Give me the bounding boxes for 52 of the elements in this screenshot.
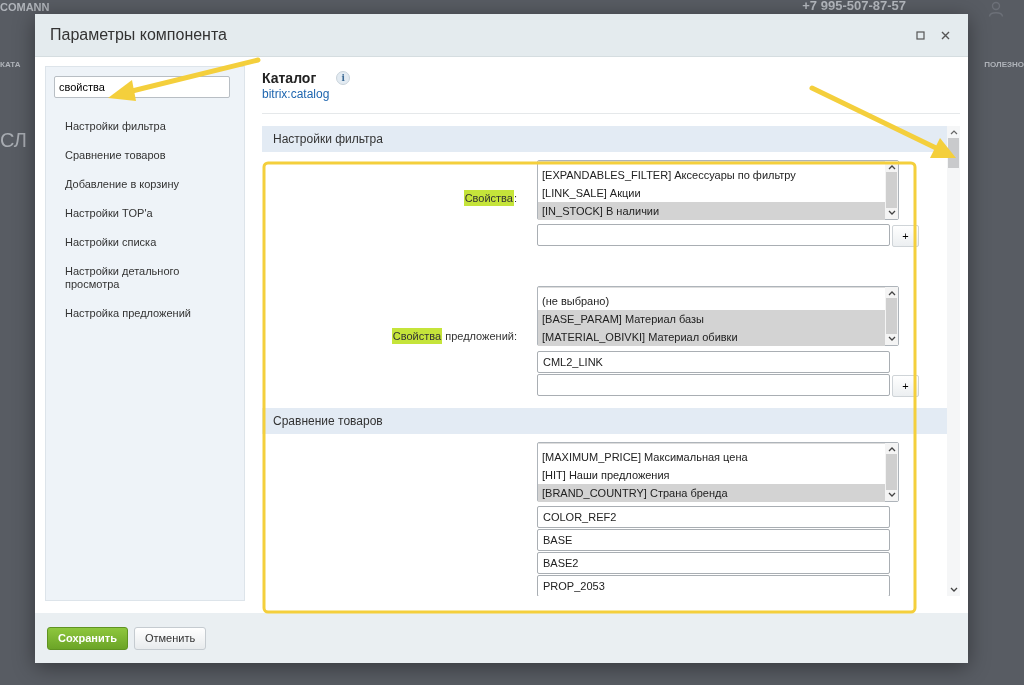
text-field[interactable]: BASE [537, 529, 890, 551]
scroll-down-icon[interactable] [887, 210, 896, 216]
list-scrollbar[interactable] [885, 443, 898, 501]
multi-select-list[interactable]: [EXPANDABLES_FILTER] Аксессуары по фильтру [LINK_SALE] Акции [IN_STOCK] В наличии [537, 160, 899, 220]
cancel-button[interactable]: Отменить [133, 626, 207, 650]
text-field[interactable]: COLOR_REF2 [537, 506, 890, 528]
multi-select-list[interactable]: [MAXIMUM_PRICE] Максимальная цена [HIT] Наши предложения [BRAND_COUNTRY] Страна бренда [537, 442, 899, 502]
scroll-down-icon[interactable] [887, 492, 896, 498]
component-name: Каталог [262, 70, 317, 86]
component-code-link[interactable]: bitrix:catalog [262, 87, 960, 101]
multi-select-list[interactable]: (не выбрано) [BASE_PARAM] Материал базы [MATERIAL_OBIVKI] Материал обивки [537, 286, 899, 346]
list-option[interactable]: [MATERIAL_OBIVKI] Материал обивки [538, 328, 885, 346]
section-header[interactable]: Сравнение товаров [262, 408, 947, 434]
page-heading: СЛ [0, 129, 28, 152]
sidebar-item[interactable]: Добавление в корзину [65, 178, 234, 191]
sidebar-item[interactable]: Настройки списка [65, 236, 234, 249]
text-field[interactable] [537, 374, 890, 396]
section-header[interactable]: Настройки фильтра [262, 126, 947, 152]
list-option[interactable]: [LINK_SALE] Акции [538, 184, 885, 202]
scroll-up-icon[interactable] [887, 446, 896, 452]
sidebar-item[interactable]: Настройка предложений [65, 307, 234, 320]
list-option[interactable]: [MAXIMUM_PRICE] Максимальная цена [538, 448, 885, 466]
list-scrollbar[interactable] [885, 161, 898, 219]
text-field[interactable]: PROP_2053 [537, 575, 890, 596]
sidebar-item[interactable]: Настройки фильтра [65, 120, 234, 133]
phone-number: +7 995-507-87-57 [802, 0, 906, 13]
site-logo: COMANN [0, 1, 50, 13]
list-scrollbar[interactable] [885, 287, 898, 345]
close-icon[interactable] [941, 30, 950, 40]
list-option[interactable]: [HIT] Наши предложения [538, 466, 885, 484]
scrollbar[interactable] [947, 126, 960, 596]
info-icon[interactable]: i [336, 71, 351, 85]
list-option[interactable]: (не выбрано) [538, 292, 885, 310]
parameter-label: Свойства: [463, 192, 517, 204]
scroll-up-icon[interactable] [887, 164, 896, 170]
scroll-up-icon[interactable] [949, 129, 958, 135]
scroll-down-icon[interactable] [949, 587, 958, 593]
sidebar-item[interactable]: Сравнение товаров [65, 149, 234, 162]
maximize-icon[interactable] [916, 30, 925, 40]
sidebar-item[interactable]: Настройки TOP'а [65, 207, 234, 220]
list-option[interactable]: [BASE_PARAM] Материал базы [538, 310, 885, 328]
sidebar-item[interactable]: Настройки детального просмотра [65, 265, 234, 291]
list-option[interactable]: [BRAND_COUNTRY] Страна бренда [538, 484, 885, 502]
parameter-label: Свойства предложений: [391, 330, 517, 342]
dialog-title: Параметры компонента [50, 26, 228, 44]
list-option[interactable]: [IN_STOCK] В наличии [538, 202, 885, 220]
text-field[interactable]: CML2_LINK [537, 351, 890, 373]
text-field[interactable] [537, 224, 890, 246]
text-field[interactable]: BASE2 [537, 552, 890, 574]
scroll-down-icon[interactable] [887, 336, 896, 342]
list-option[interactable]: [EXPANDABLES_FILTER] Аксессуары по фильтру [538, 166, 885, 184]
scroll-up-icon[interactable] [887, 290, 896, 296]
